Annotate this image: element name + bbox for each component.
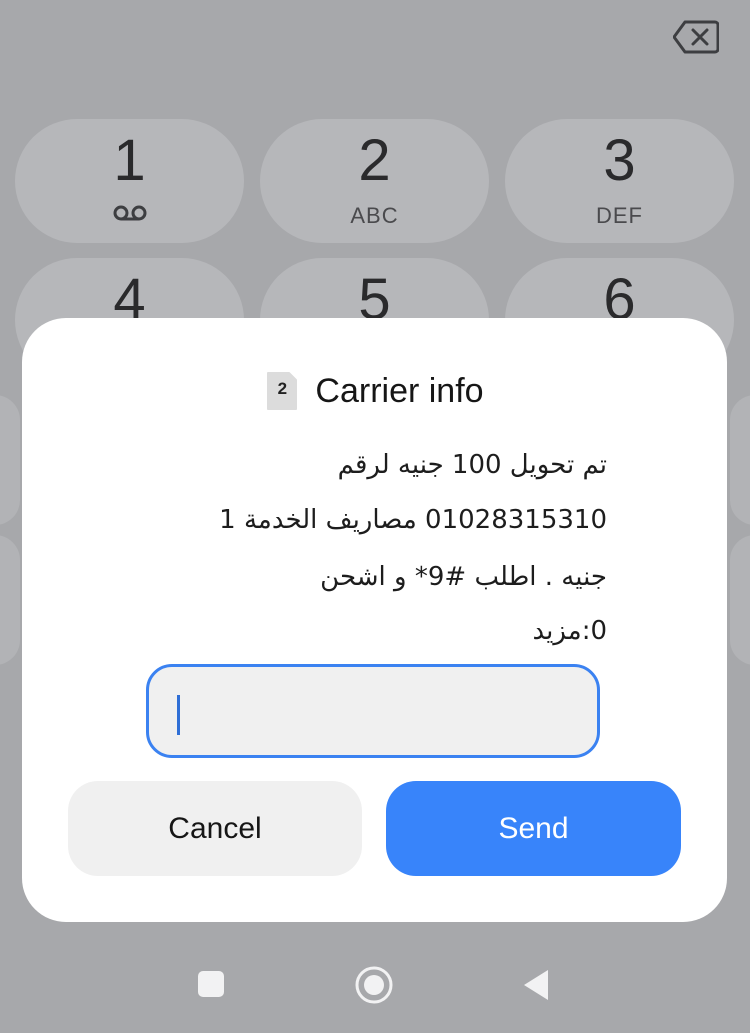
dialpad-key-1[interactable]: 1 <box>15 119 244 243</box>
dialog-header: 2 Carrier info <box>22 368 727 414</box>
key-letters: DEF <box>596 203 643 228</box>
carrier-info-dialog: 2 Carrier info تم تحويل 100 جنيه لرقم 01… <box>22 318 727 922</box>
voicemail-icon <box>113 205 147 221</box>
message-line: 01028315310 مصاريف الخدمة 1 <box>219 505 607 535</box>
home-circle-icon[interactable] <box>354 965 394 1010</box>
dialog-title: Carrier info <box>315 371 484 410</box>
dialpad-key-edge <box>0 535 20 665</box>
dialpad-key-3[interactable]: 3 DEF <box>505 119 734 243</box>
message-line: 0:مزيد <box>532 616 607 646</box>
key-digit: 2 <box>358 128 391 193</box>
send-button[interactable]: Send <box>386 781 681 876</box>
cancel-button[interactable]: Cancel <box>68 781 362 876</box>
sim-card-icon: 2 <box>265 370 299 412</box>
dialpad-key-2[interactable]: 2 ABC <box>260 119 489 243</box>
dialpad-key-edge <box>730 395 750 525</box>
sim-number: 2 <box>277 379 288 398</box>
key-digit: 1 <box>113 128 146 193</box>
backspace-icon[interactable] <box>672 20 720 54</box>
back-triangle-icon[interactable] <box>522 968 550 1007</box>
dialpad-key-edge <box>0 395 20 525</box>
message-line: جنيه . اطلب #9* و اشحن <box>320 562 607 592</box>
dialpad-key-edge <box>730 535 750 665</box>
text-cursor <box>177 695 180 735</box>
reply-input[interactable] <box>146 664 600 758</box>
key-digit: 3 <box>603 128 636 193</box>
message-line: تم تحويل 100 جنيه لرقم <box>337 450 607 480</box>
key-letters: ABC <box>350 203 399 228</box>
recents-square-icon[interactable] <box>197 970 225 1003</box>
